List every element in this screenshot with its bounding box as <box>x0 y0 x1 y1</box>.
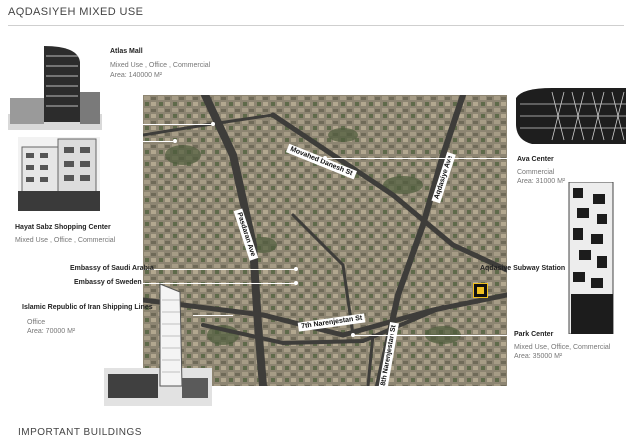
atlas-mall-use: Mixed Use , Office , Commercial <box>110 62 211 69</box>
marker-atlas[interactable] <box>211 122 215 126</box>
ava-center-area: Area: 31000 M² <box>517 178 566 185</box>
leader-line-atlas <box>143 124 213 125</box>
marker-hayat[interactable] <box>173 139 177 143</box>
park-center-name: Park Center <box>514 331 554 338</box>
leader-line-saudi <box>143 269 295 270</box>
shipping-lines-area: Area: 70000 M² <box>27 328 76 335</box>
marker-ava[interactable] <box>323 156 327 160</box>
atlas-mall-area: Area: 140000 M² <box>110 72 163 79</box>
marker-park[interactable] <box>351 333 355 337</box>
park-center-use: Mixed Use, Office, Commercial <box>514 344 611 351</box>
leader-line-hayat <box>143 141 173 142</box>
footer-title: IMPORTANT BUILDINGS <box>18 427 142 438</box>
title-divider <box>8 25 624 26</box>
subway-station-name: Aqdasiye Subway Station <box>480 265 566 272</box>
subway-icon[interactable] <box>473 283 488 298</box>
leader-line-park <box>353 335 507 336</box>
ava-center-photo <box>512 84 630 152</box>
leader-line-ava-ext <box>507 158 517 159</box>
hayat-sabz-name: Hayat Sabz Shopping Center <box>15 224 111 231</box>
hayat-sabz-photo <box>18 137 100 211</box>
shipping-lines-use: Office <box>27 319 46 326</box>
marker-saudi[interactable] <box>294 267 298 271</box>
embassy-saudi-name: Embassy of Saudi Arabia <box>70 265 154 272</box>
park-center-photo <box>563 181 621 335</box>
atlas-mall-name: Atlas Mall <box>110 48 143 55</box>
park-center-area: Area: 35000 M² <box>514 353 563 360</box>
ava-center-use: Commercial <box>517 169 555 176</box>
atlas-mall-photo <box>8 42 102 130</box>
ava-center-name: Ava Center <box>517 156 554 163</box>
shipping-lines-photo <box>104 282 212 406</box>
page-title: AQDASIYEH MIXED USE <box>8 6 144 18</box>
marker-sweden[interactable] <box>294 281 298 285</box>
leader-line-ava <box>325 158 507 159</box>
hayat-sabz-use: Mixed Use , Office , Commercial <box>15 237 116 244</box>
